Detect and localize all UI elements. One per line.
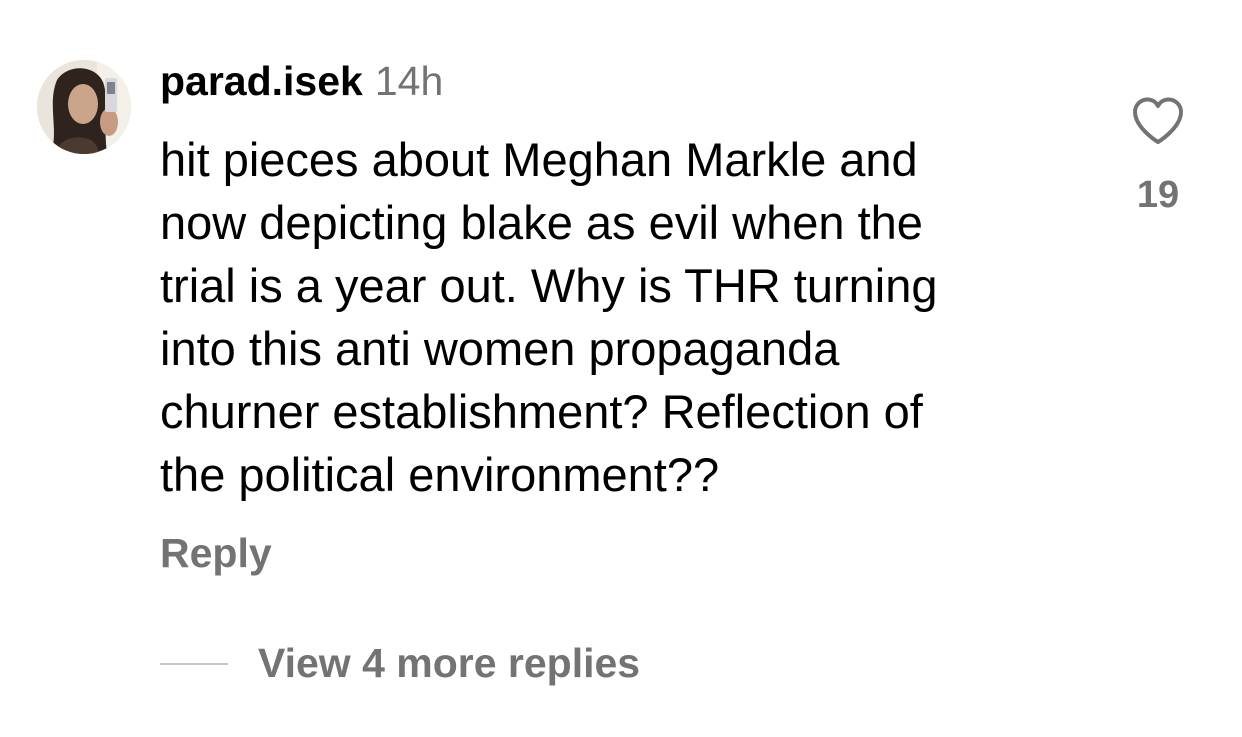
comment-timestamp: 14h — [374, 58, 444, 104]
comment-text-line: the political environment?? — [160, 448, 720, 501]
comment-item: parad.isek 14h hit pieces about Meghan M… — [0, 0, 1242, 737]
comment-text-line: into this anti women propaganda — [160, 322, 840, 375]
like-section: 19 — [1126, 96, 1190, 217]
comment-text-line: churner establishment? Reflection of — [160, 385, 923, 438]
heart-outline-icon[interactable] — [1131, 96, 1185, 146]
comment-header: parad.isek 14h — [160, 58, 443, 114]
comment-username[interactable]: parad.isek — [160, 58, 363, 105]
comment-text-line: trial is a year out. Why is THR turning — [160, 259, 938, 312]
avatar[interactable] — [37, 60, 131, 154]
comment-text-line: now depicting blake as evil when the — [160, 196, 923, 249]
like-count: 19 — [1136, 174, 1180, 216]
comment-text: hit pieces about Meghan Markle and now d… — [160, 128, 1060, 506]
view-replies-button[interactable]: View 4 more replies — [160, 640, 640, 687]
view-replies-label: View 4 more replies — [258, 640, 641, 686]
comment-text-line: hit pieces about Meghan Markle and — [160, 133, 918, 186]
avatar-photo — [37, 60, 131, 154]
replies-divider — [160, 662, 228, 665]
reply-button[interactable]: Reply — [160, 530, 272, 577]
